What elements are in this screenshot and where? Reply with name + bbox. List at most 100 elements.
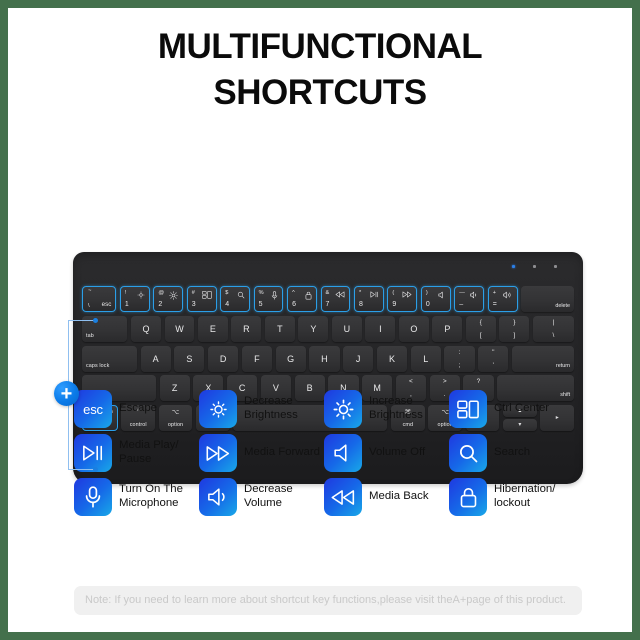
key-4-shift-symbol: $ bbox=[225, 290, 229, 297]
key-bracket-right[interactable]: } ] bbox=[499, 315, 530, 342]
key-1-brightness-down[interactable]: ! 1 bbox=[119, 286, 150, 313]
key-o[interactable]: O bbox=[398, 315, 429, 342]
key-7-shift-symbol: & bbox=[325, 290, 330, 297]
legend-row: esc Escape Decrease Brightness Increase … bbox=[74, 390, 574, 428]
volume-up-icon bbox=[502, 291, 513, 301]
key-4-search[interactable]: $ 4 bbox=[220, 286, 251, 313]
brightness-up-icon bbox=[169, 291, 178, 302]
led-indicator-3 bbox=[554, 265, 557, 269]
key-9-media-forward[interactable]: ( 9 bbox=[387, 286, 418, 313]
key-2-brightness-up[interactable]: @ 2 bbox=[153, 286, 184, 313]
media-back-icon bbox=[335, 291, 345, 300]
key-l[interactable]: L bbox=[410, 345, 441, 372]
control-center-icon bbox=[449, 390, 487, 428]
legend-item-microphone: Turn On The Microphone bbox=[74, 478, 199, 516]
title-line-1: MULTIFUNCTIONAL bbox=[157, 27, 483, 66]
key-k[interactable]: K bbox=[376, 345, 408, 372]
keyboard-row-qwerty: tab Q W E R T Y U I O P { [ }] | \ bbox=[82, 315, 575, 342]
indicator-leds bbox=[512, 265, 557, 269]
control-center-icon bbox=[201, 291, 212, 301]
key-5-microphone[interactable]: % 5 bbox=[253, 286, 284, 313]
keyboard-row-function: ~ \ esc ! 1 @ 2 # 3 $ 4 % 5 ^ 6 & 7 * 8 … bbox=[82, 286, 575, 313]
key-f[interactable]: F bbox=[241, 345, 272, 372]
key-3-control-center[interactable]: # 3 bbox=[186, 286, 217, 313]
key-6-shift-symbol: ^ bbox=[292, 290, 295, 297]
key-9-label: 9 bbox=[392, 301, 397, 309]
key-delete[interactable]: delete bbox=[521, 286, 575, 313]
legend-label: Media Forward bbox=[244, 446, 320, 459]
key-3-shift-symbol: # bbox=[191, 290, 195, 297]
legend-row: Media Play/ Pause Media Forward Volume O… bbox=[74, 434, 574, 472]
legend-label: Hibernation/ lockout bbox=[494, 483, 556, 509]
lock-icon bbox=[305, 291, 312, 302]
key-7-label: 7 bbox=[325, 301, 330, 309]
legend-item-media-back: Media Back bbox=[324, 478, 449, 516]
key-r[interactable]: R bbox=[231, 315, 262, 342]
key-3-label: 3 bbox=[191, 301, 196, 309]
key-equals-label: = bbox=[492, 301, 497, 309]
keyboard-illustration: + ~ \ esc ! 1 @ 2 # 3 $ 4 % 5 ^ 6 & 7 * … bbox=[8, 130, 632, 485]
product-infographic-page: MULTIFUNCTIONAL SHORTCUTS + ~ \ esc ! 1 … bbox=[8, 8, 632, 632]
key-0-volume-off[interactable]: ) 0 bbox=[420, 286, 451, 313]
key-i[interactable]: I bbox=[365, 315, 396, 342]
legend-item-decrease-volume: Decrease Volume bbox=[199, 478, 324, 516]
key-u[interactable]: U bbox=[331, 315, 362, 342]
key-w[interactable]: W bbox=[164, 315, 195, 342]
key-a[interactable]: A bbox=[140, 345, 171, 372]
legend-label: Decrease Volume bbox=[244, 483, 293, 509]
key-h[interactable]: H bbox=[309, 345, 340, 372]
key-d[interactable]: D bbox=[208, 345, 239, 372]
key-backslash[interactable]: | \ bbox=[532, 315, 575, 342]
key-j[interactable]: J bbox=[343, 345, 374, 372]
legend-label: Media Play/ Pause bbox=[119, 439, 179, 465]
microphone-icon bbox=[271, 291, 278, 302]
title-line-2: SHORTCUTS bbox=[213, 73, 427, 113]
key-esc-symbols: ~ \ bbox=[88, 288, 92, 309]
key-s[interactable]: S bbox=[174, 345, 205, 372]
key-delete-label: delete bbox=[555, 303, 571, 310]
key-p[interactable]: P bbox=[432, 315, 463, 342]
key-minus-label: – bbox=[459, 301, 464, 309]
legend-item-volume-off: Volume Off bbox=[324, 434, 449, 472]
footer-note: Note: If you need to learn more about sh… bbox=[74, 586, 582, 615]
key-semicolon[interactable]: : ; bbox=[444, 345, 475, 372]
legend-label: Ctrl Center bbox=[494, 402, 550, 415]
key-6-lock[interactable]: ^ 6 bbox=[287, 286, 317, 313]
legend-item-media-forward: Media Forward bbox=[199, 434, 324, 472]
key-equals-shift-symbol: + bbox=[492, 290, 496, 297]
led-indicator-1 bbox=[512, 265, 515, 269]
legend-label: Increase Brightness bbox=[369, 395, 423, 421]
volume-off-icon bbox=[438, 291, 446, 301]
key-7-media-back[interactable]: & 7 bbox=[320, 286, 351, 313]
legend-item-ctrl-center: Ctrl Center bbox=[449, 390, 574, 428]
keyboard-row-home: caps lock A S D F G H J K L : ; " ' retu… bbox=[82, 345, 575, 372]
key-return[interactable]: return bbox=[511, 345, 575, 372]
key-y[interactable]: Y bbox=[298, 315, 329, 342]
shortcut-legend: esc Escape Decrease Brightness Increase … bbox=[74, 390, 574, 522]
media-play-pause-icon bbox=[370, 291, 379, 300]
key-2-shift-symbol: @ bbox=[158, 290, 165, 297]
legend-label: Escape bbox=[119, 402, 157, 415]
key-esc[interactable]: ~ \ esc bbox=[82, 286, 117, 313]
legend-item-hibernation-lockout: Hibernation/ lockout bbox=[449, 478, 574, 516]
key-9-shift-symbol: ( bbox=[392, 290, 395, 297]
lock-icon bbox=[449, 478, 487, 516]
key-minus-volume-down[interactable]: — – bbox=[454, 286, 485, 313]
search-icon bbox=[237, 291, 245, 301]
media-forward-icon bbox=[199, 434, 237, 472]
page-title: MULTIFUNCTIONAL SHORTCUTS bbox=[8, 8, 632, 116]
legend-label: Search bbox=[494, 446, 531, 459]
key-bracket-left[interactable]: { [ bbox=[465, 315, 496, 342]
key-t[interactable]: T bbox=[264, 315, 295, 342]
key-8-media-play-pause[interactable]: * 8 bbox=[353, 286, 384, 313]
key-e[interactable]: E bbox=[197, 315, 228, 342]
key-quote[interactable]: " ' bbox=[478, 345, 509, 372]
key-q[interactable]: Q bbox=[131, 315, 161, 342]
legend-item-decrease-brightness: Decrease Brightness bbox=[199, 390, 324, 428]
brightness-up-icon bbox=[324, 390, 362, 428]
legend-label: Turn On The Microphone bbox=[119, 483, 183, 509]
key-equals-volume-up[interactable]: + = bbox=[487, 286, 518, 313]
brightness-down-icon bbox=[199, 390, 237, 428]
key-g[interactable]: G bbox=[275, 345, 306, 372]
media-back-icon bbox=[324, 478, 362, 516]
